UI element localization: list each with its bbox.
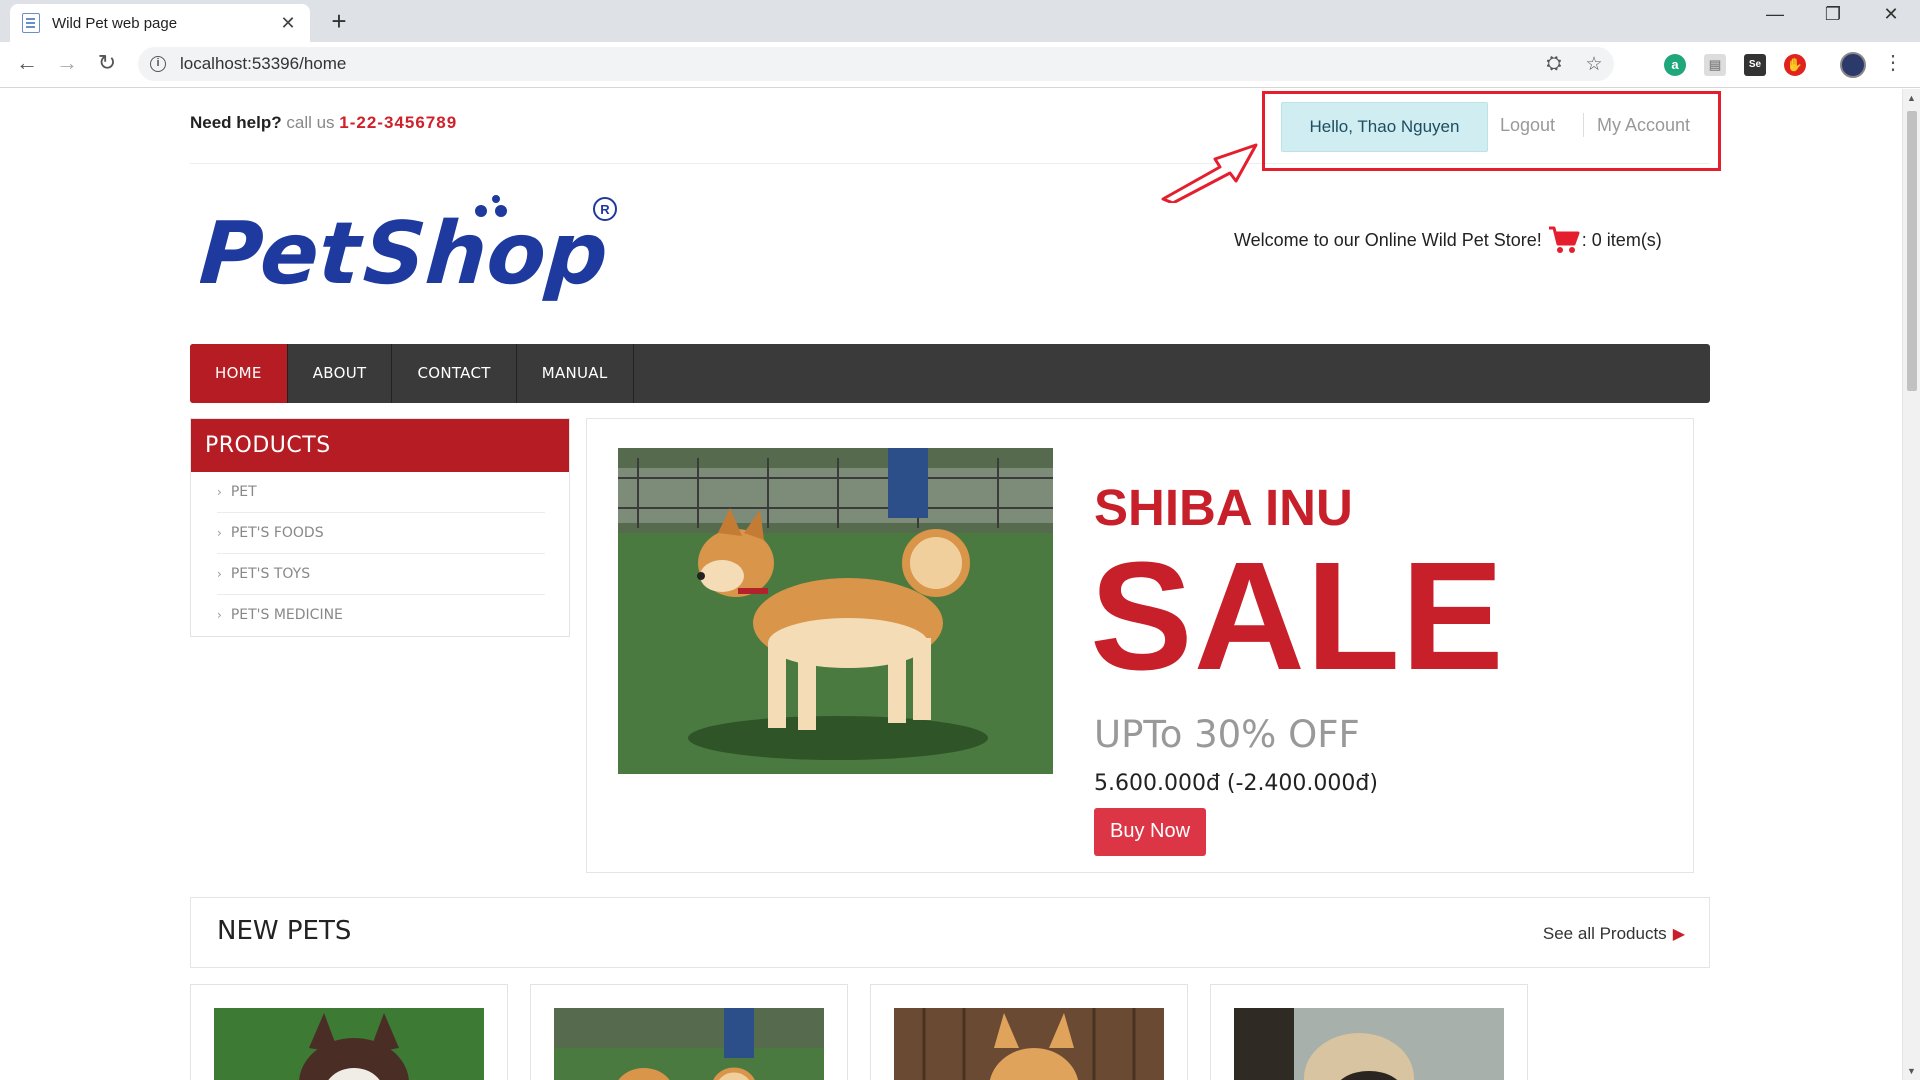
promo-discount: UPTo 30% OFF <box>1094 713 1360 756</box>
my-account-link[interactable]: My Account <box>1597 115 1690 136</box>
browser-toolbar: ← → ↻ i localhost:53396/home ⛭ ☆ a ▤ Se … <box>0 42 1920 88</box>
svg-text:Shop: Shop <box>360 204 611 304</box>
restore-icon[interactable]: ❐ <box>1818 4 1848 25</box>
page-scrollbar[interactable]: ▲ ▼ <box>1902 89 1920 1080</box>
new-pets-header: NEW PETS See all Products ▶ <box>190 897 1710 968</box>
page-content: Need help? call us 1-22-3456789 Hello, T… <box>0 89 1902 1080</box>
help-call-us: call us <box>286 113 335 132</box>
sidebar-item-pet[interactable]: › PET <box>217 472 545 513</box>
chevron-right-icon: › <box>217 608 222 622</box>
sidebar-item-pet-toys[interactable]: › PET'S TOYS <box>217 554 545 595</box>
chevron-right-icon: ▶ <box>1672 926 1685 943</box>
shiba-inu-photo[interactable] <box>554 1008 824 1080</box>
cart-icon[interactable] <box>1548 226 1580 254</box>
see-all-label: See all Products <box>1542 924 1667 943</box>
scroll-up-icon[interactable]: ▲ <box>1907 93 1916 103</box>
nav-about[interactable]: ABOUT <box>288 344 393 403</box>
scroll-down-icon[interactable]: ▼ <box>1907 1066 1916 1076</box>
translate-icon[interactable]: ⛭ <box>1534 53 1574 75</box>
window-close-icon[interactable]: ✕ <box>1876 4 1906 25</box>
logout-link[interactable]: Logout <box>1500 115 1555 136</box>
corgi-photo[interactable] <box>894 1008 1164 1080</box>
promo-banner: SHIBA INU SALE UPTo 30% OFF 5.600.000đ (… <box>586 418 1694 873</box>
buy-now-button[interactable]: Buy Now <box>1094 808 1206 856</box>
sidebar-item-pet-foods[interactable]: › PET'S FOODS <box>217 513 545 554</box>
browser-tab[interactable]: Wild Pet web page ✕ <box>10 4 310 42</box>
browser-menu-icon[interactable]: ⋮ <box>1878 50 1908 75</box>
welcome-text: Welcome to our Online Wild Pet Store! <box>1234 229 1542 250</box>
pet-card[interactable] <box>190 984 508 1080</box>
promo-price: 5.600.000đ (-2.400.000đ) <box>1094 771 1378 796</box>
promo-sale: SALE <box>1090 530 1505 702</box>
new-tab-icon[interactable]: + <box>324 6 354 37</box>
svg-text:Pet: Pet <box>200 204 366 304</box>
nav-manual[interactable]: MANUAL <box>517 344 634 403</box>
profile-avatar[interactable] <box>1840 52 1866 78</box>
pet-card[interactable] <box>530 984 848 1080</box>
page-favicon-icon <box>22 13 40 33</box>
tab-close-icon[interactable]: ✕ <box>278 13 298 34</box>
cart-count[interactable]: : 0 item(s) <box>1582 230 1662 251</box>
sidebar-item-label: PET'S TOYS <box>230 566 311 582</box>
chevron-right-icon: › <box>217 567 222 581</box>
sidebar-item-label: PET'S FOODS <box>230 525 324 541</box>
adblock-icon[interactable]: ✋ <box>1784 54 1806 76</box>
bookmark-star-icon[interactable]: ☆ <box>1574 53 1614 76</box>
help-lead: Need help? <box>190 113 282 132</box>
scroll-thumb[interactable] <box>1907 111 1917 391</box>
nav-contact[interactable]: CONTACT <box>392 344 517 403</box>
minimize-icon[interactable]: — <box>1760 4 1790 25</box>
pet-shop-logo[interactable]: Pet Shop R <box>200 195 630 305</box>
site-info-icon[interactable]: i <box>150 56 166 72</box>
extension-a-icon[interactable]: a <box>1664 54 1686 76</box>
pet-card[interactable] <box>870 984 1188 1080</box>
sidebar-item-pet-medicine[interactable]: › PET'S MEDICINE <box>217 595 545 636</box>
pug-photo[interactable] <box>1234 1008 1504 1080</box>
husky-puppy-photo[interactable] <box>214 1008 484 1080</box>
shiba-inu-photo[interactable] <box>618 448 1053 774</box>
pet-card[interactable] <box>1210 984 1528 1080</box>
annotation-arrow-icon <box>1161 143 1258 203</box>
user-greeting[interactable]: Hello, Thao Nguyen <box>1281 102 1488 152</box>
extension-page-icon[interactable]: ▤ <box>1704 54 1726 76</box>
welcome-message: Welcome to our Online Wild Pet Store! : … <box>1234 226 1662 254</box>
reload-icon[interactable]: ↻ <box>92 50 122 76</box>
url-text: localhost:53396/home <box>180 54 347 73</box>
sidebar-item-label: PET <box>230 484 257 500</box>
chevron-right-icon: › <box>217 485 222 499</box>
back-icon[interactable]: ← <box>12 50 42 76</box>
help-phone[interactable]: 1-22-3456789 <box>339 113 457 132</box>
see-all-products-link[interactable]: See all Products ▶ <box>1543 924 1685 944</box>
forward-icon[interactable]: → <box>52 50 82 76</box>
products-sidebar: PRODUCTS › PET › PET'S FOODS › PET'S TOYS ›… <box>190 418 570 637</box>
new-pets-title: NEW PETS <box>217 916 352 946</box>
products-heading: PRODUCTS <box>191 419 569 472</box>
sidebar-item-label: PET'S MEDICINE <box>230 607 343 623</box>
browser-tab-strip: Wild Pet web page ✕ + — ❐ ✕ <box>0 0 1920 42</box>
help-line: Need help? call us 1-22-3456789 <box>190 113 457 133</box>
chevron-right-icon: › <box>217 526 222 540</box>
main-nav: HOME ABOUT CONTACT MANUAL <box>190 344 1710 403</box>
nav-home[interactable]: HOME <box>190 344 288 403</box>
address-bar[interactable]: i localhost:53396/home ⛭ ☆ <box>138 47 1614 81</box>
tab-title: Wild Pet web page <box>52 14 178 32</box>
selenium-extension-icon[interactable]: Se <box>1744 54 1766 76</box>
divider <box>1583 113 1584 137</box>
svg-text:R: R <box>600 202 610 217</box>
promo-title: SHIBA INU <box>1094 479 1353 536</box>
